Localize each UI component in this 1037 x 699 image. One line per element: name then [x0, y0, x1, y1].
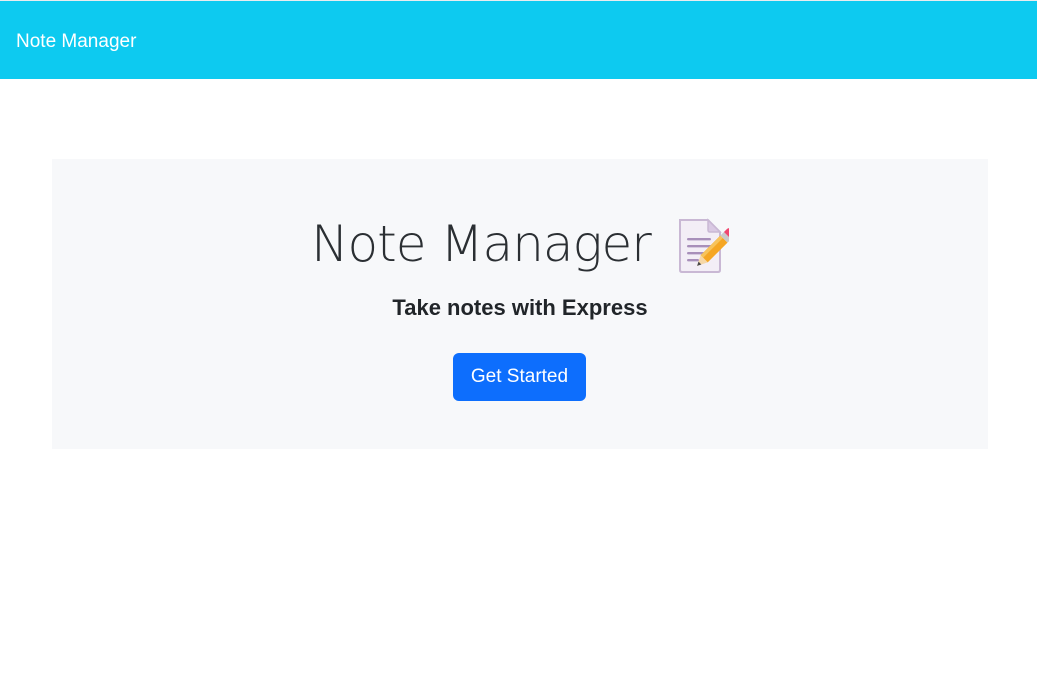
navbar-brand[interactable]: Note Manager: [16, 30, 136, 54]
hero-subtitle: Take notes with Express: [392, 295, 648, 320]
hero-title-row: Note Manager: [52, 211, 988, 277]
navbar: Note Manager: [0, 0, 1037, 79]
page-title: Note Manager: [311, 215, 652, 273]
hero-panel: Note Manager Take notes with Express Get…: [52, 159, 988, 449]
memo-icon: [677, 218, 735, 274]
get-started-button[interactable]: Get Started: [453, 353, 586, 401]
